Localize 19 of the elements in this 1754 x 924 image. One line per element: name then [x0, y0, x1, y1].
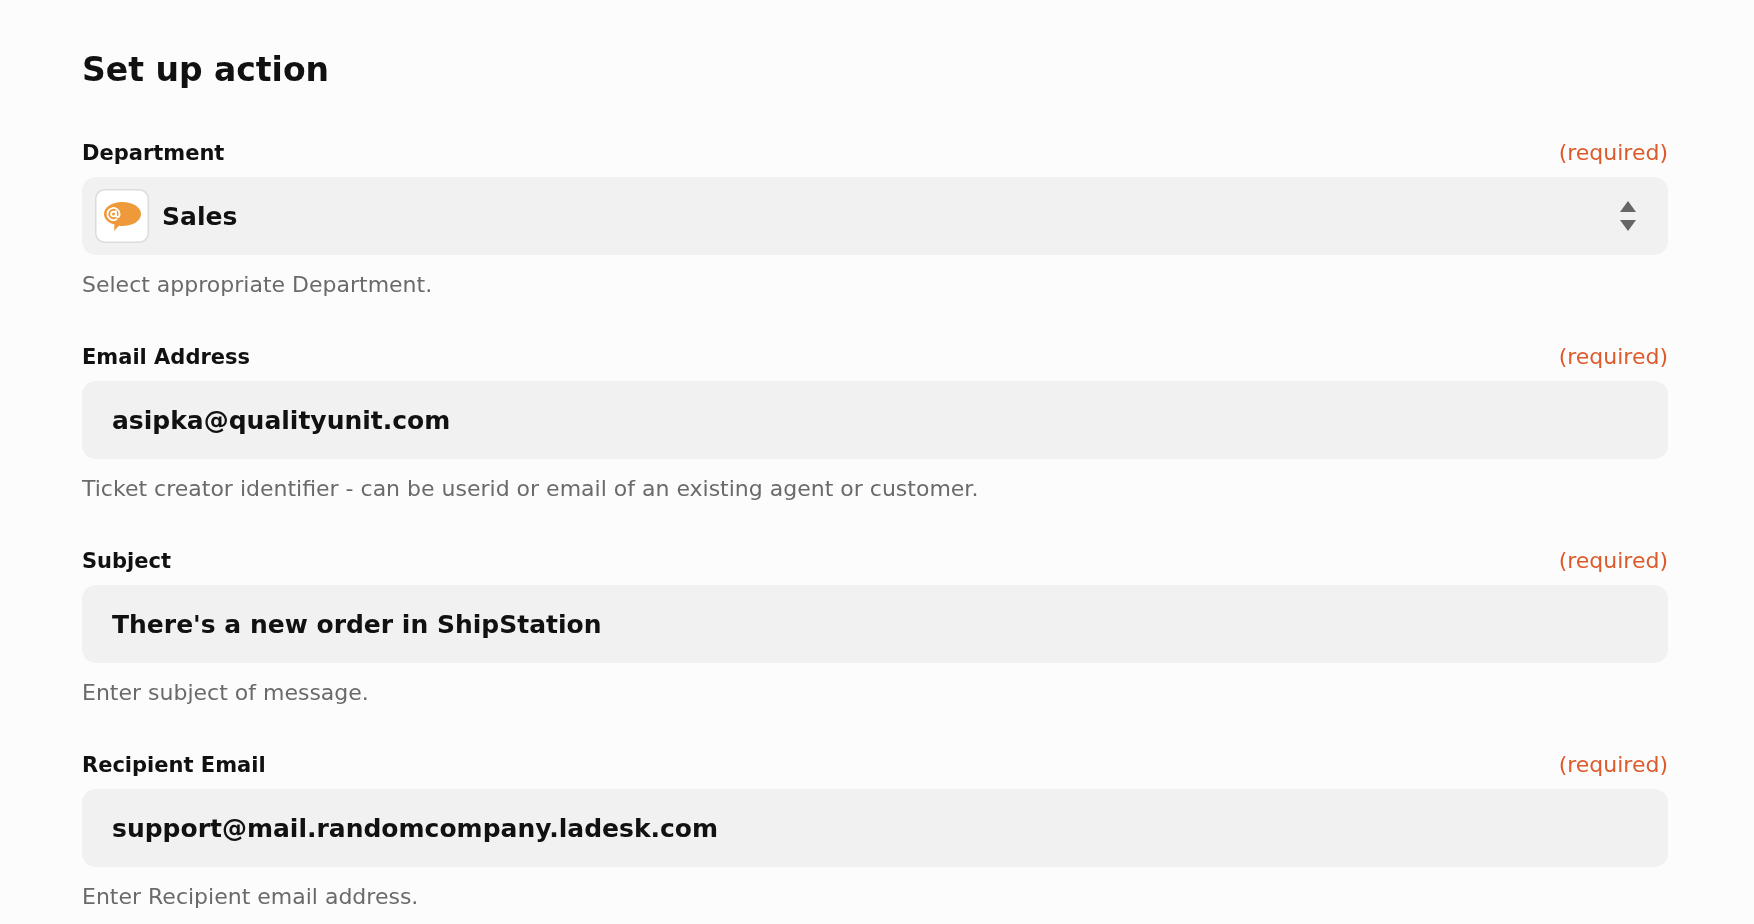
required-note: (required): [1558, 343, 1668, 371]
help-text: Enter Recipient email address.: [82, 884, 419, 910]
chat-bubble-icon: [95, 189, 149, 243]
input-field[interactable]: There's a new order in ShipStation: [82, 585, 1668, 663]
field-label: Subject: [82, 548, 172, 575]
field-label: Recipient Email: [82, 752, 266, 779]
help-text: Ticket creator identifier - can be userid or email of an existing agent or customer.: [82, 476, 979, 502]
required-note: (required): [1558, 751, 1668, 779]
input-field[interactable]: asipka@qualityunit.com: [82, 381, 1668, 459]
field-label: Department: [82, 140, 225, 167]
required-note: (required): [1558, 139, 1668, 167]
input-field[interactable]: support@mail.randomcompany.ladesk.com: [82, 789, 1668, 867]
select-field[interactable]: Sales: [82, 177, 1668, 255]
up-down-arrows-icon: [1620, 201, 1636, 231]
help-text: Select appropriate Department.: [82, 272, 433, 298]
help-text: Enter subject of message.: [82, 680, 369, 706]
required-note: (required): [1558, 547, 1668, 575]
section-heading: Set up action: [82, 49, 330, 91]
field-label: Email Address: [82, 344, 251, 371]
